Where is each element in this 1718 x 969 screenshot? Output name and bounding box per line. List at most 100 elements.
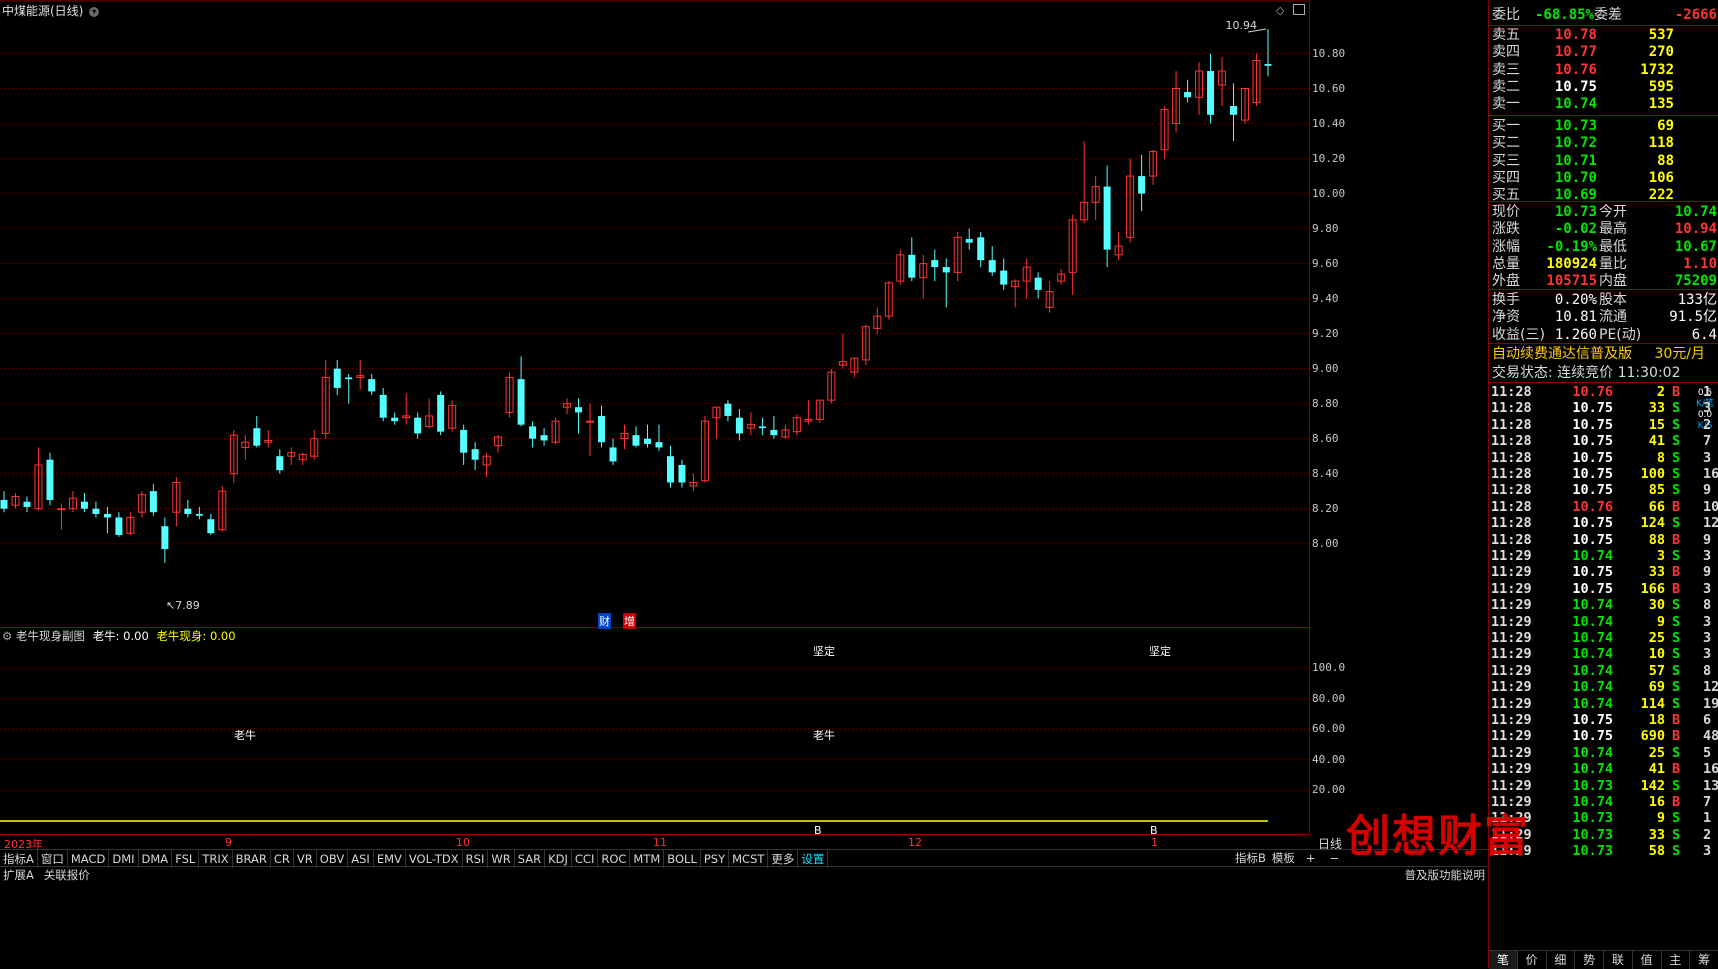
tick-side: S <box>1672 843 1681 860</box>
tick-price: 10.74 <box>1572 613 1613 630</box>
detail-tab[interactable]: 值 <box>1633 951 1662 969</box>
weibi-row: 委比 -68.85% 委差 -2666 <box>1489 6 1718 25</box>
ask-row[interactable]: 卖一 10.74 135 <box>1489 95 1718 114</box>
tick-side: S <box>1672 810 1681 827</box>
help-link[interactable]: 普及版功能说明 <box>1402 867 1489 884</box>
tick-row: 11:29 10.74 69 S 12 <box>1489 678 1718 696</box>
increase-marker[interactable]: 增 <box>623 613 636 629</box>
tick-volume: 18 <box>1648 712 1665 728</box>
candle-body <box>333 368 341 388</box>
zoom-out-button[interactable]: − <box>1324 849 1346 867</box>
bid-row[interactable]: 买四 10.70 106 <box>1489 169 1718 188</box>
tick-count: 8 <box>1703 597 1712 614</box>
detail-tab[interactable]: 笔 <box>1489 951 1518 969</box>
stat-value: 1.10 <box>1683 255 1717 272</box>
candle-body <box>1230 106 1238 115</box>
tick-count: 3 <box>1703 400 1712 417</box>
annotation-label: 老牛 <box>813 729 835 742</box>
stat-row: 净资 10.81 流通 91.5亿 <box>1489 308 1718 327</box>
stat-label: 最高 <box>1599 221 1627 238</box>
tick-volume: 9 <box>1656 613 1665 630</box>
stat-label: 量比 <box>1599 255 1627 272</box>
tick-row: 11:29 10.74 114 S 19 <box>1489 695 1718 713</box>
bid-row[interactable]: 买二 10.72 118 <box>1489 134 1718 153</box>
detail-tab[interactable]: 价 <box>1518 951 1547 969</box>
tick-side: S <box>1672 777 1681 794</box>
candle-body <box>460 429 468 453</box>
tick-volume: 16 <box>1648 794 1665 810</box>
stat-row: 换手 0.20% 股本 133亿 <box>1489 291 1718 310</box>
candle-body <box>379 394 387 418</box>
tick-time: 11:28 <box>1491 482 1532 499</box>
tick-row: 11:29 10.74 25 S 5 <box>1489 744 1718 762</box>
tick-time: 11:28 <box>1491 531 1532 548</box>
tick-price: 10.75 <box>1572 482 1613 499</box>
divider <box>1489 201 1718 202</box>
tick-time: 11:29 <box>1491 744 1532 761</box>
candle-body <box>103 513 111 518</box>
tick-side: B <box>1672 564 1681 581</box>
detail-tab[interactable]: 主 <box>1662 951 1691 969</box>
tick-row: 11:29 10.74 10 S 3 <box>1489 645 1718 663</box>
tick-row: 11:29 10.75 166 B 3 <box>1489 580 1718 598</box>
trade-state-row: 交易状态: 连续竞价 11:30:02 <box>1489 364 1718 383</box>
candle-body <box>575 407 583 413</box>
stat-row: 涨跌 -0.02 最高 10.94 <box>1489 220 1718 239</box>
detail-tab[interactable]: 筹 <box>1690 951 1718 969</box>
tick-volume: 9 <box>1656 810 1665 827</box>
tick-time: 11:29 <box>1491 695 1532 712</box>
stat-label: 涨幅 <box>1492 238 1520 255</box>
tick-price: 10.73 <box>1572 810 1613 827</box>
ask-row[interactable]: 卖四 10.77 270 <box>1489 43 1718 62</box>
tick-count: 10 <box>1703 498 1718 515</box>
tick-volume: 33 <box>1648 564 1665 581</box>
related-quote-button[interactable]: 关联报价 <box>41 868 93 882</box>
candle-body <box>414 417 422 434</box>
ad-row[interactable]: 自动续费通达信普及版 30元/月 <box>1489 345 1718 364</box>
template-button[interactable]: 模板 <box>1269 849 1298 867</box>
bid-price: 10.70 <box>1554 169 1597 186</box>
ask-row[interactable]: 卖三 10.76 1732 <box>1489 61 1718 80</box>
tick-row: 11:28 10.75 41 S 7 <box>1489 432 1718 450</box>
tick-price: 10.75 <box>1572 531 1613 548</box>
stat-value: 0.20% <box>1554 292 1597 308</box>
tick-time: 11:29 <box>1491 662 1532 679</box>
sub-chart[interactable] <box>0 628 1310 833</box>
indicator-b-button[interactable]: 指标B <box>1232 849 1269 867</box>
candlestick-chart[interactable] <box>0 0 1310 628</box>
candle-body <box>80 501 88 509</box>
ask-row[interactable]: 卖五 10.78 537 <box>1489 26 1718 45</box>
tick-time: 11:28 <box>1491 416 1532 433</box>
bid-row[interactable]: 买三 10.71 88 <box>1489 152 1718 171</box>
bid-row[interactable]: 买一 10.73 69 <box>1489 117 1718 136</box>
candle-body <box>0 499 8 509</box>
detail-tab[interactable]: 势 <box>1575 951 1604 969</box>
tick-row: 11:29 10.74 25 S 3 <box>1489 629 1718 647</box>
stat-value: -0.19% <box>1546 238 1597 255</box>
tick-price: 10.74 <box>1572 630 1613 646</box>
detail-tab[interactable]: 细 <box>1547 951 1576 969</box>
detail-tab[interactable]: 联 <box>1604 951 1633 969</box>
candle-body <box>735 417 743 434</box>
expand-a-button[interactable]: 扩展A <box>0 868 37 882</box>
tick-volume: 690 <box>1640 728 1665 745</box>
tick-volume: 142 <box>1640 777 1665 794</box>
tick-volume: 100 <box>1640 466 1665 482</box>
candle-body <box>655 442 663 448</box>
tick-count: 1 <box>1703 810 1712 827</box>
zoom-in-button[interactable]: + <box>1298 849 1324 867</box>
tick-side: S <box>1672 515 1681 532</box>
tick-volume: 57 <box>1648 662 1665 679</box>
ask-row[interactable]: 卖二 10.75 595 <box>1489 78 1718 97</box>
finance-marker[interactable]: 财 <box>598 613 611 629</box>
tick-volume: 58 <box>1648 843 1665 860</box>
stat-value: 10.67 <box>1674 238 1717 255</box>
candle-body <box>195 513 203 516</box>
tick-price: 10.75 <box>1572 416 1613 433</box>
tick-volume: 41 <box>1648 433 1665 450</box>
tick-price: 10.74 <box>1572 744 1613 761</box>
stat-value: 180924 <box>1546 255 1597 272</box>
tick-count: 2 <box>1703 416 1712 433</box>
candle-body <box>161 526 169 549</box>
tick-side: B <box>1672 580 1681 597</box>
